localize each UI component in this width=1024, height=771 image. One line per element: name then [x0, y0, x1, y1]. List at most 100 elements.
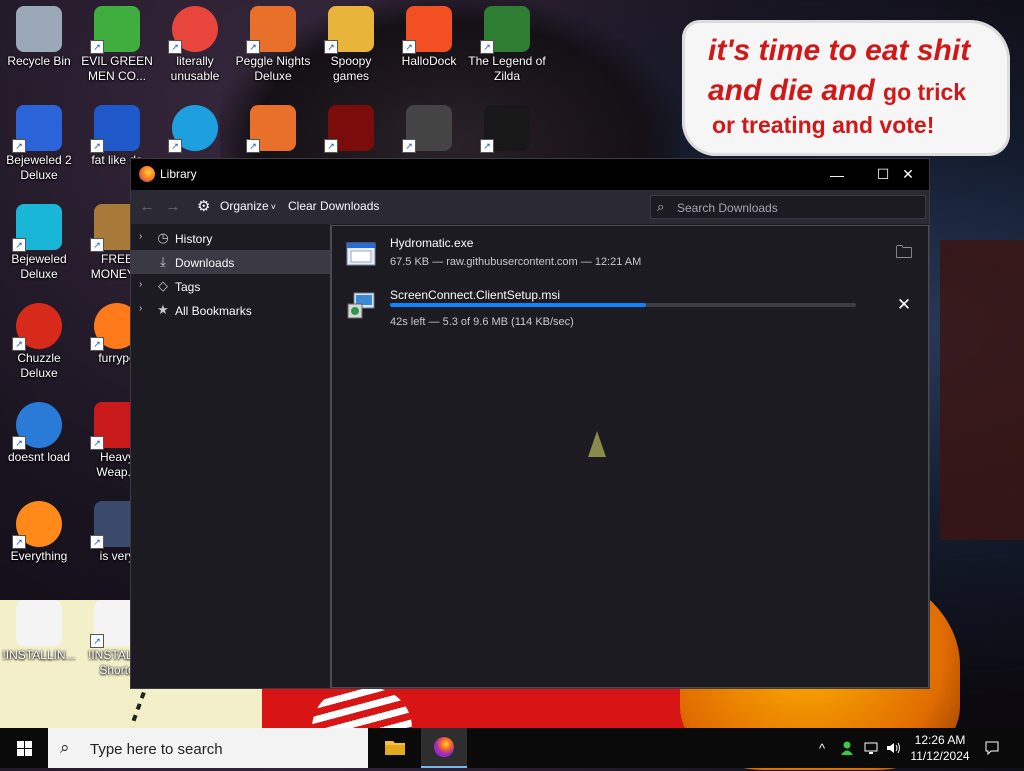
search-input[interactable] [675, 198, 919, 218]
desktop-icon[interactable]: ↗ EVIL GREEN MEN CO... [78, 2, 156, 84]
folder-icon[interactable]: 🗀 [894, 243, 914, 263]
shortcut-arrow-icon: ↗ [480, 40, 494, 54]
desktop-icon-label: EVIL GREEN MEN CO... [81, 54, 153, 83]
desktop-icon[interactable]: ↗ [390, 101, 468, 153]
notification-center-icon[interactable] [980, 728, 1004, 768]
desktop-icon[interactable]: ↗ [312, 101, 390, 153]
sidebar-item-history[interactable]: › ◷ History [131, 226, 330, 250]
organize-button[interactable]: Organize ˅ [220, 199, 276, 213]
minimize-button[interactable]: — [814, 159, 860, 190]
zilda-icon: ↗ [480, 6, 530, 54]
evil-green-men-icon: ↗ [90, 6, 140, 54]
desktop-icon-label: Bejeweled 2 Deluxe [6, 153, 72, 182]
sidebar-item-all-bookmarks[interactable]: › ★ All Bookmarks [131, 298, 330, 322]
desktop-icon-label: literally unusable [170, 54, 220, 83]
desktop-icon[interactable]: ↗ [468, 101, 546, 153]
desktop-icon-label: HalloDock [401, 54, 457, 68]
volume-icon[interactable] [882, 728, 904, 768]
network-icon[interactable] [860, 728, 882, 768]
desktop-icon[interactable]: Recycle Bin [0, 2, 78, 69]
thunderbird-icon: ↗ [12, 402, 62, 450]
window-titlebar[interactable]: Library — ☐ ✕ [131, 159, 929, 190]
tag-icon: ◇ [158, 278, 168, 293]
shortcut-arrow-icon: ↗ [90, 634, 104, 648]
sticker-line-3: or treating and vote! [712, 112, 935, 138]
sticker-line-1: it's time to eat shit [708, 34, 971, 67]
download-item-screenconnect[interactable]: ScreenConnect.ClientSetup.msi 42s left —… [332, 282, 928, 330]
sidebar-item-label: History [175, 232, 213, 246]
search-icon: ⌕ [60, 738, 70, 757]
cancel-icon[interactable]: ✕ [894, 295, 914, 315]
shortcut-arrow-icon: ↗ [90, 238, 104, 252]
desktop-icon[interactable]: ↗ Peggle Nights Deluxe [234, 2, 312, 84]
wallpaper-sticker: it's time to eat shit and die and go tri… [682, 20, 1010, 156]
firefox-icon [139, 166, 155, 182]
desktop-icon[interactable]: ↗ doesnt load [0, 398, 78, 465]
clear-downloads-button[interactable]: Clear Downloads [288, 199, 379, 213]
sidebar-item-label: All Bookmarks [175, 304, 252, 318]
close-button[interactable]: ✕ [885, 159, 931, 190]
download-item-hydromatic[interactable]: Hydromatic.exe 67.5 KB — raw.githubuserc… [332, 230, 928, 278]
desktop-icon-label: Recycle Bin [7, 54, 71, 68]
star-icon: ★ [157, 302, 169, 317]
firefox-icon [434, 737, 454, 757]
desktop-icon[interactable]: ↗ Chuzzle Deluxe [0, 299, 78, 381]
folder-icon: ↗ [324, 6, 374, 54]
sidebar-item-tags[interactable]: › ◇ Tags [131, 274, 330, 298]
desktop-icon[interactable]: ↗ literally unusable [156, 2, 234, 84]
desktop-icon[interactable]: ↗ [234, 101, 312, 153]
back-button[interactable]: ← [137, 198, 157, 216]
start-button[interactable] [0, 728, 48, 768]
wallpaper-red-panel [262, 688, 692, 728]
sidebar-item-downloads[interactable]: ⤓ Downloads [131, 250, 330, 274]
gear-icon: ⚙ [197, 198, 211, 215]
download-icon: ⤓ [160, 254, 166, 269]
download-progress-bar [390, 303, 856, 307]
desktop-icon[interactable]: ↗ Bejeweled 2 Deluxe [0, 101, 78, 183]
desktop-icon-label: doesnt load [7, 450, 71, 464]
magnifier-icon: ↗ [12, 501, 62, 549]
desktop-icon-label: Bejeweled Deluxe [11, 252, 67, 281]
user-people-icon[interactable] [836, 728, 858, 768]
clock-date: 11/12/2024 [910, 749, 970, 763]
peggle-icon: ↗ [246, 105, 296, 153]
flash-icon: ↗ [324, 105, 374, 153]
file-explorer-taskbar-button[interactable] [372, 728, 418, 768]
download-status: 42s left — 5.3 of 9.6 MB (114 KB/sec) [390, 316, 574, 328]
desktop-icon[interactable]: ↗ [156, 101, 234, 153]
library-sidebar: › ◷ History ⤓ Downloads › ◇ Tags › ★ All… [131, 224, 330, 688]
diamond-icon: ↗ [12, 204, 62, 252]
download-filename: Hydromatic.exe [390, 236, 474, 250]
forward-button[interactable]: → [163, 198, 183, 216]
expand-arrow-icon[interactable]: › [139, 231, 142, 242]
shortcut-arrow-icon: ↗ [90, 337, 104, 351]
sidebar-item-label: Downloads [175, 256, 235, 270]
desktop-icon[interactable]: !INSTALLIN... [0, 596, 78, 663]
firefox-taskbar-button[interactable] [421, 728, 467, 768]
windows-shield-icon: ↗ [402, 6, 452, 54]
desktop-icon[interactable]: ↗ Spoopy games [312, 2, 390, 84]
expand-arrow-icon[interactable]: › [139, 279, 142, 290]
tray-overflow-chevron[interactable]: ^ [812, 728, 832, 768]
recycle-bin-icon [16, 6, 62, 52]
system-clock[interactable]: 12:26 AM 11/12/2024 [904, 732, 976, 764]
taskbar-search-input[interactable] [88, 739, 362, 759]
desktop-icon-label: The Legend of Zilda [468, 54, 546, 83]
desktop-icon-label: Everything [10, 549, 68, 563]
peggle-icon: ↗ [246, 6, 296, 54]
shortcut-arrow-icon: ↗ [480, 139, 494, 153]
sticker-line-2: and die and go trick [708, 74, 967, 107]
window-title: Library [160, 167, 197, 181]
desktop-icon-label: !INSTALLIN... [2, 648, 76, 662]
download-status: 67.5 KB — raw.githubusercontent.com — 12… [390, 256, 642, 268]
expand-arrow-icon[interactable]: › [139, 303, 142, 314]
desktop-icon[interactable]: ↗ HalloDock [390, 2, 468, 69]
desktop-icon[interactable]: ↗ Bejeweled Deluxe [0, 200, 78, 282]
mpl-icon: ↗ [90, 105, 140, 153]
taskbar: ⌕ ^ 12:26 AM 11/12/2024 [0, 728, 1024, 768]
shortcut-arrow-icon: ↗ [12, 238, 26, 252]
desktop-icon[interactable]: ↗ The Legend of Zilda [468, 2, 546, 84]
desktop-icon[interactable]: ↗ Everything [0, 497, 78, 564]
file-explorer-icon [385, 741, 405, 755]
shortcut-arrow-icon: ↗ [90, 40, 104, 54]
